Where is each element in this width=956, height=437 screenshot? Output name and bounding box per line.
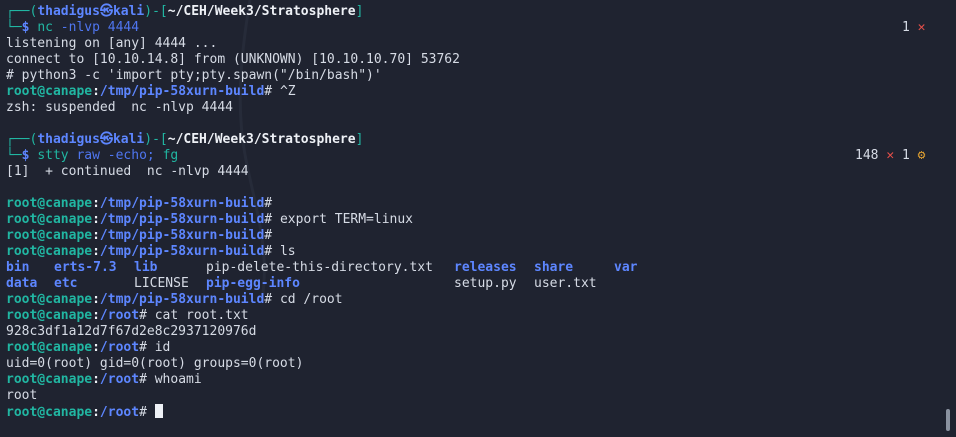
prompt-separator: ㉿	[99, 4, 113, 19]
error-x-icon: ✕	[917, 20, 926, 35]
shell-prompt-line: root@canape:/tmp/pip-58xurn-build# cd /r…	[6, 292, 343, 307]
command-name: nc	[37, 20, 53, 35]
dir-entry: erts-7.3	[54, 260, 117, 275]
shell-prompt-line: root@canape:/tmp/pip-58xurn-build# ls	[6, 244, 296, 259]
prompt-command-1: └─$ nc -nlvp 4444 1 ✕	[6, 20, 926, 35]
shell-prompt-line: root@canape:/root# id	[6, 340, 171, 355]
scrollbar-thumb[interactable]	[946, 409, 950, 431]
terminal-window[interactable]: ┌──(thadigus㉿kali)-[~/CEH/Week3/Stratosp…	[0, 0, 956, 437]
suspended-line: zsh: suspended nc -nlvp 4444	[6, 100, 233, 115]
dir-entry: var	[614, 260, 638, 275]
prompt-command-2: └─$ stty raw -echo; fg 148 ✕ 1 ⚙	[6, 148, 926, 163]
id-output: uid=0(root) gid=0(root) groups=0(root)	[6, 356, 304, 371]
text-cursor	[154, 404, 163, 418]
hash-output: 928c3df1a12d7f67d2e8c2937120976d	[6, 324, 257, 339]
gear-icon: ⚙	[917, 148, 926, 163]
prompt-user: thadigus	[37, 4, 100, 19]
dir-entry: pip-egg-info	[206, 276, 300, 291]
dir-entry: etc	[54, 276, 78, 291]
ctrl-z-text: ^Z	[272, 84, 296, 99]
output-line: # python3 -c 'import pty;pty.spawn("/bin…	[6, 68, 382, 83]
shell-prompt-line: root@canape:/tmp/pip-58xurn-build#	[6, 228, 273, 243]
file-entry: user.txt	[534, 276, 597, 291]
dir-entry: data	[6, 276, 38, 291]
prompt-host: kali	[112, 4, 145, 19]
file-entry: setup.py	[454, 276, 517, 291]
error-x-icon: ✕	[886, 148, 895, 163]
ls-output-row: bin erts-7.3 lib pip-delete-this-directory.…	[6, 260, 956, 276]
shell-prompt-line: root@canape:/tmp/pip-58xurn-build# expor…	[6, 212, 414, 227]
output-line: listening on [any] 4444 ...	[6, 36, 218, 51]
prompt-header-1: ┌──(thadigus㉿kali)-[~/CEH/Week3/Stratosp…	[6, 4, 364, 19]
dir-entry: lib	[134, 260, 158, 275]
continued-line: [1] + continued nc -nlvp 4444	[6, 164, 249, 179]
dir-entry: bin	[6, 260, 30, 275]
file-entry: pip-delete-this-directory.txt	[206, 260, 433, 275]
output-line: connect to [10.10.14.8] from (UNKNOWN) […	[6, 52, 460, 67]
dir-entry: releases	[454, 260, 517, 275]
prompt-path: ~/CEH/Week3/Stratosphere	[167, 4, 356, 19]
ls-output-row: data etc LICENSE pip-egg-info setup.py user.t…	[6, 276, 956, 292]
file-entry: LICENSE	[134, 276, 189, 291]
active-prompt-line[interactable]: root@canape:/root#	[6, 404, 956, 420]
shell-prompt-line: root@canape:/tmp/pip-58xurn-build#	[6, 196, 273, 211]
shell-prompt-line: root@canape:/tmp/pip-58xurn-build# ^Z	[6, 84, 296, 99]
dir-entry: share	[534, 260, 574, 275]
exit-status-1: 1 ✕	[902, 20, 926, 35]
exit-status-2: 148 ✕ 1 ⚙	[855, 148, 926, 163]
command-args: -nlvp 4444	[60, 20, 140, 35]
whoami-output: root	[6, 388, 38, 403]
shell-prompt-line: root@canape:/root# cat root.txt	[6, 308, 249, 323]
shell-prompt-line: root@canape:/root# whoami	[6, 372, 202, 387]
prompt-header-2: ┌──(thadigus㉿kali)-[~/CEH/Week3/Stratosp…	[6, 132, 364, 147]
